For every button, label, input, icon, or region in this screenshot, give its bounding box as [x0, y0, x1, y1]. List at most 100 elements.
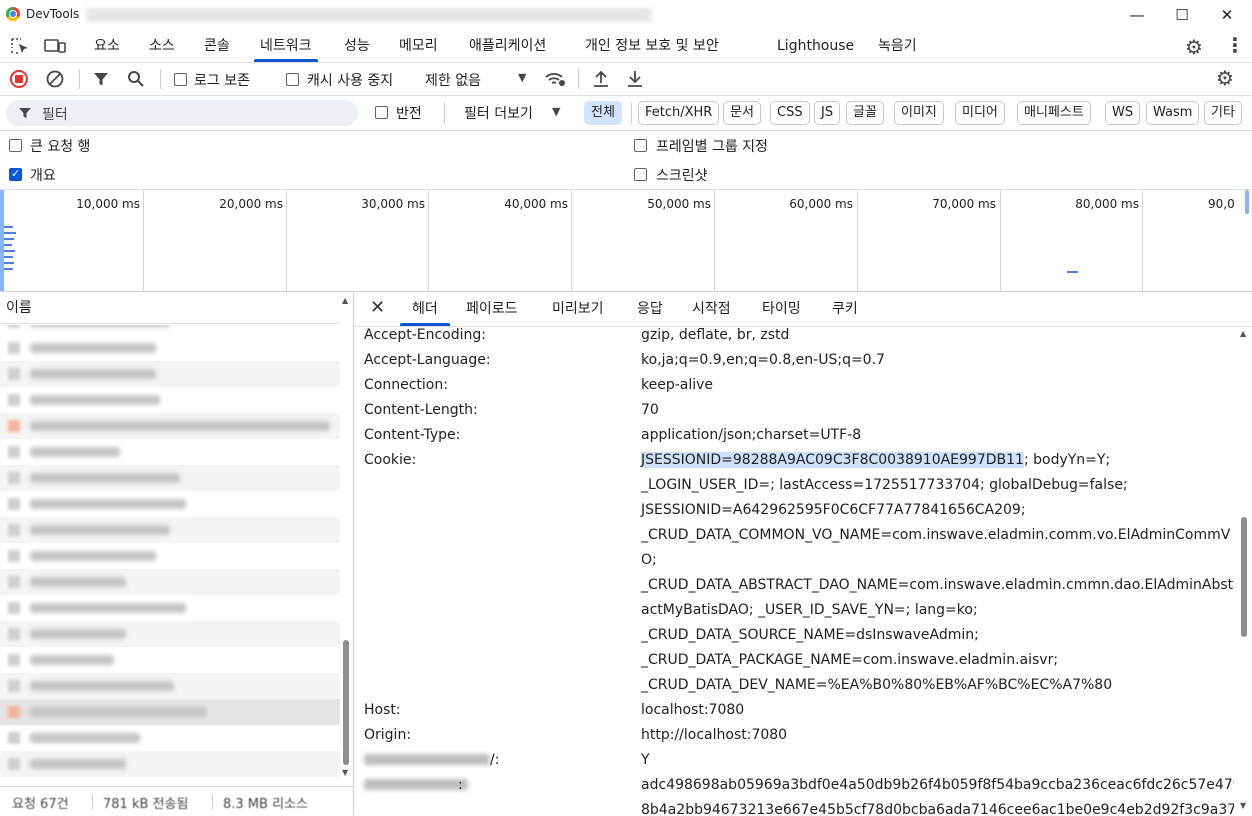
request-row[interactable] — [0, 335, 340, 361]
window-title: DevTools — [26, 7, 80, 21]
cookie-value-rest: ; bodyYn=Y; — [1023, 452, 1111, 468]
type-filter-font[interactable]: 글꼴 — [846, 101, 884, 125]
screenshots-checkbox[interactable] — [634, 168, 647, 181]
scrollbar-thumb[interactable] — [343, 640, 349, 765]
tab-application[interactable]: 애플리케이션 — [469, 30, 546, 62]
invert-checkbox[interactable] — [375, 106, 388, 119]
maximize-button[interactable]: ☐ — [1159, 0, 1205, 30]
header-value: ko,ja;q=0.9,en;q=0.8,en-US;q=0.7 — [641, 352, 885, 368]
request-row[interactable] — [0, 413, 340, 439]
timeline-selection-handle[interactable] — [1245, 190, 1249, 214]
tab-console[interactable]: 콘솔 — [204, 30, 230, 62]
activity-bar — [4, 244, 12, 246]
request-row[interactable] — [0, 517, 340, 543]
request-row[interactable] — [0, 543, 340, 569]
inspect-element-icon[interactable] — [10, 37, 30, 55]
group-by-frame-checkbox[interactable] — [634, 139, 647, 152]
type-filter-media[interactable]: 미디어 — [955, 101, 1005, 125]
tab-network[interactable]: 네트워크 — [254, 30, 318, 62]
type-filter-manifest[interactable]: 매니페스트 — [1017, 101, 1091, 125]
network-options: 큰 요청 행 개요 프레임별 그룹 지정 스크린샷 — [0, 131, 1252, 190]
type-filter-wasm[interactable]: Wasm — [1146, 101, 1200, 125]
request-row[interactable] — [0, 361, 340, 387]
tab-privacy-security[interactable]: 개인 정보 보호 및 보안 — [585, 30, 719, 62]
request-row[interactable] — [0, 569, 340, 595]
tab-memory[interactable]: 메모리 — [399, 30, 438, 62]
type-filter-doc[interactable]: 문서 — [723, 101, 761, 125]
overview-checkbox[interactable] — [9, 167, 22, 181]
overview-timeline[interactable]: 10,000 ms 20,000 ms 30,000 ms 40,000 ms … — [0, 190, 1252, 292]
request-row[interactable] — [0, 621, 340, 647]
network-conditions-icon[interactable] — [544, 69, 566, 89]
filter-input[interactable]: 필터 — [6, 100, 358, 126]
request-row[interactable] — [0, 465, 340, 491]
tab-elements[interactable]: 요소 — [94, 30, 120, 62]
more-filters-button[interactable]: 필터 더보기 — [464, 103, 533, 123]
tab-payload[interactable]: 페이로드 — [466, 292, 518, 326]
scrollbar-thumb[interactable] — [1241, 517, 1247, 637]
tab-recorder[interactable]: 녹음기 — [878, 30, 917, 62]
type-filter-other[interactable]: 기타 — [1204, 101, 1242, 125]
request-row[interactable] — [0, 673, 340, 699]
request-row[interactable] — [0, 647, 340, 673]
tab-performance[interactable]: 성능 — [344, 30, 370, 62]
tab-lighthouse[interactable]: Lighthouse — [777, 30, 854, 62]
scroll-down-arrow-icon[interactable]: ▼ — [342, 768, 348, 777]
tab-preview[interactable]: 미리보기 — [552, 292, 604, 326]
request-row[interactable] — [0, 595, 340, 621]
device-toolbar-icon[interactable] — [44, 37, 68, 55]
minimize-button[interactable]: — — [1114, 0, 1160, 30]
type-filter-css[interactable]: CSS — [770, 101, 810, 125]
tab-headers[interactable]: 헤더 — [400, 292, 450, 326]
tab-initiator[interactable]: 시작점 — [692, 292, 731, 326]
filter-icon[interactable] — [93, 71, 109, 87]
timeline-tick-label: 50,000 ms — [647, 197, 711, 211]
clear-icon[interactable] — [46, 70, 64, 88]
activity-bar — [4, 250, 15, 252]
type-filter-ws[interactable]: WS — [1105, 101, 1141, 125]
settings-gear-icon[interactable]: ⚙ — [1185, 35, 1203, 59]
throttling-select[interactable]: 제한 없음 — [425, 70, 481, 90]
close-details-icon[interactable]: ✕ — [370, 297, 385, 318]
type-filter-js[interactable]: JS — [814, 101, 841, 125]
details-scrollbar[interactable]: ▲ ▼ — [1238, 327, 1250, 815]
disable-cache-checkbox[interactable] — [286, 73, 299, 86]
request-row[interactable] — [0, 725, 340, 751]
transferred-size: 781 kB 전송됨 — [103, 797, 189, 812]
import-har-icon[interactable] — [592, 69, 610, 89]
chevron-down-icon[interactable]: ▼ — [518, 71, 526, 84]
request-row[interactable] — [0, 751, 340, 777]
type-filter-all[interactable]: 전체 — [584, 101, 622, 125]
tab-cookies[interactable]: 쿠키 — [832, 292, 858, 326]
type-filter-img[interactable]: 이미지 — [894, 101, 944, 125]
scroll-up-arrow-icon[interactable]: ▲ — [342, 296, 348, 305]
request-row[interactable] — [0, 387, 340, 413]
window-titlebar: DevTools — ☐ ✕ — [0, 0, 1252, 30]
search-icon[interactable] — [127, 70, 145, 88]
name-column-header[interactable]: 이름 — [0, 292, 340, 324]
request-list-scrollbar[interactable]: ▲ ▼ — [340, 292, 352, 786]
more-options-icon[interactable]: ⋮ — [1225, 33, 1245, 57]
tab-sources[interactable]: 소스 — [149, 30, 175, 62]
cookie-value-line: _LOGIN_USER_ID=; lastAccess=172551773370… — [641, 477, 1128, 493]
network-settings-gear-icon[interactable]: ⚙ — [1216, 66, 1234, 90]
chevron-down-icon[interactable]: ▼ — [552, 105, 560, 118]
tab-response[interactable]: 응답 — [637, 292, 663, 326]
scroll-down-arrow-icon[interactable]: ▼ — [1240, 801, 1246, 810]
big-request-rows-checkbox[interactable] — [9, 139, 22, 152]
header-name: Connection: — [364, 377, 448, 393]
timeline-tick-label: 10,000 ms — [76, 197, 140, 211]
request-row-selected[interactable] — [0, 699, 340, 725]
request-row[interactable] — [0, 325, 340, 335]
timeline-selection-handle[interactable] — [0, 190, 4, 291]
tab-timing[interactable]: 타이밍 — [762, 292, 801, 326]
export-har-icon[interactable] — [626, 69, 644, 89]
activity-bar — [4, 268, 13, 270]
request-row[interactable] — [0, 491, 340, 517]
scroll-up-arrow-icon[interactable]: ▲ — [1240, 329, 1246, 338]
preserve-log-checkbox[interactable] — [174, 73, 187, 86]
record-stop-icon[interactable] — [10, 70, 28, 88]
request-row[interactable] — [0, 439, 340, 465]
type-filter-fetch-xhr[interactable]: Fetch/XHR — [638, 101, 720, 125]
close-window-button[interactable]: ✕ — [1204, 0, 1250, 30]
